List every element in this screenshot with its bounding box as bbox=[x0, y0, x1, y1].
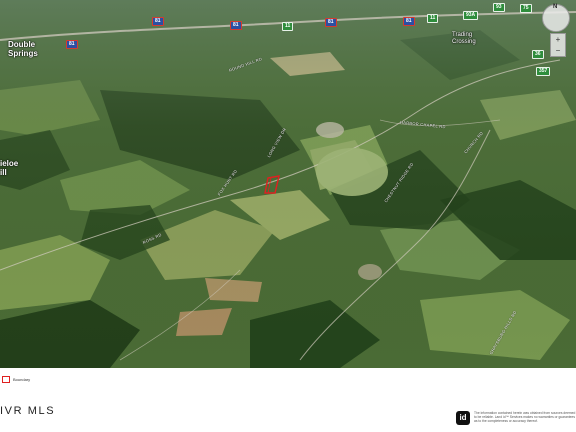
state-route-shield: 93 bbox=[493, 3, 505, 12]
property-boundary[interactable] bbox=[262, 174, 284, 196]
mls-brand: IVR MLS bbox=[0, 405, 56, 417]
land-id-logo: id bbox=[456, 411, 470, 425]
state-route-shield: 75 bbox=[520, 4, 532, 13]
boundary-swatch-icon bbox=[2, 376, 10, 383]
attribution: id The information contained herein was … bbox=[456, 411, 576, 425]
place-label-trading-crossing: Trading Crossing bbox=[452, 32, 476, 45]
interstate-81-shield: 81 bbox=[66, 40, 78, 49]
satellite-imagery bbox=[0, 0, 576, 368]
compass-control[interactable]: N bbox=[542, 4, 570, 32]
legend-label: Boundary bbox=[13, 377, 31, 382]
zoom-in-button[interactable]: + bbox=[551, 34, 565, 45]
place-label-double-springs: Double Springs bbox=[8, 40, 38, 58]
state-route-shield: 93A bbox=[463, 11, 479, 20]
state-route-shield: 11 bbox=[282, 22, 294, 31]
aerial-map[interactable]: Double Springs ieloe ill Trading Crossin… bbox=[0, 0, 576, 368]
interstate-81-shield: 81 bbox=[230, 21, 242, 30]
place-label-partial-left: ieloe ill bbox=[0, 159, 19, 177]
disclaimer-text: The information contained herein was obt… bbox=[474, 411, 576, 423]
state-route-shield: 357 bbox=[536, 67, 551, 76]
interstate-81-shield: 81 bbox=[403, 17, 415, 26]
interstate-81-shield: 81 bbox=[325, 18, 337, 27]
map-legend: Boundary bbox=[2, 376, 30, 383]
compass-north-label: N bbox=[553, 4, 558, 10]
interstate-81-shield: 81 bbox=[152, 17, 164, 26]
state-route-shield: 11 bbox=[427, 14, 439, 23]
state-route-shield: 36 bbox=[532, 50, 544, 59]
zoom-out-button[interactable]: − bbox=[551, 45, 565, 56]
map-footer: Boundary IVR MLS id The information cont… bbox=[0, 368, 576, 432]
zoom-control[interactable]: + − bbox=[550, 33, 566, 57]
